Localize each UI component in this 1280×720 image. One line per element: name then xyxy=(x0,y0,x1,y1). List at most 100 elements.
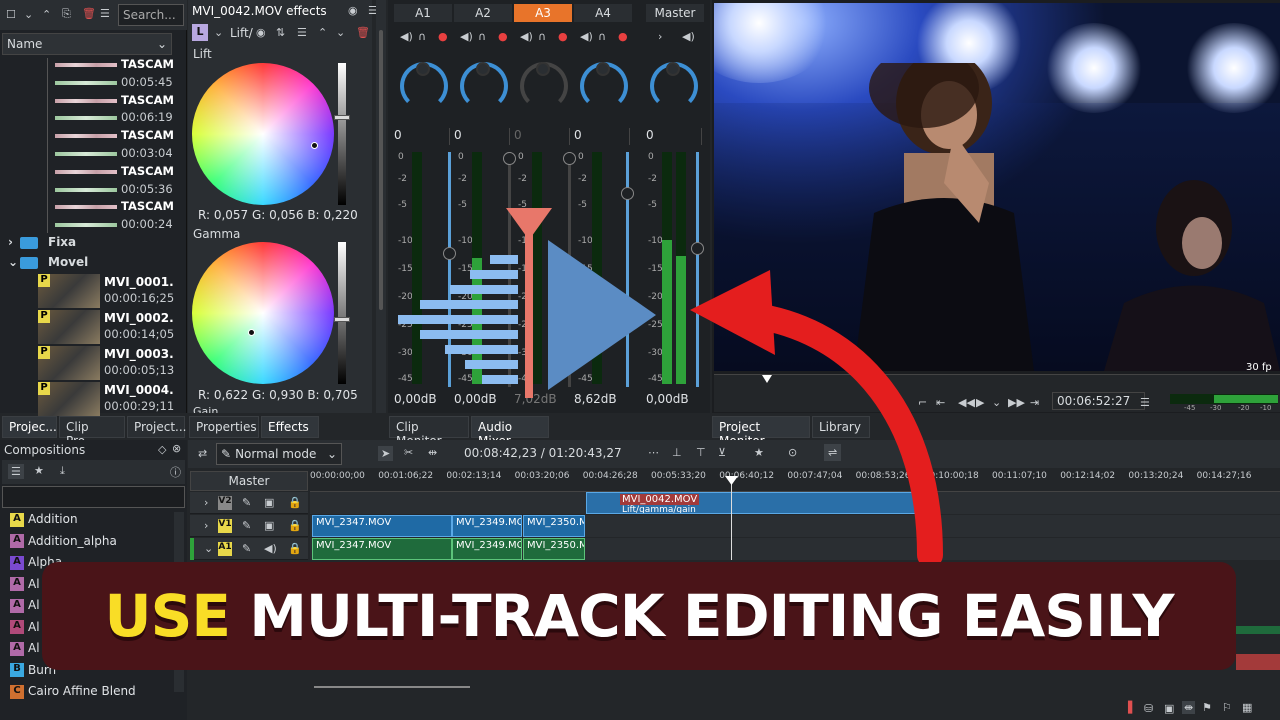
pan-value[interactable]: 0 xyxy=(514,128,570,145)
bin-audio-item[interactable]: TASCAM xyxy=(55,198,175,216)
edit-mode-select[interactable]: ✎ Normal mode ⌄ xyxy=(216,443,342,465)
info-icon[interactable]: ⓘ xyxy=(170,464,181,480)
volume-fader-knob[interactable] xyxy=(691,242,704,255)
lock-icon[interactable]: 🔒 xyxy=(288,519,302,532)
chevron-right-icon[interactable]: › xyxy=(658,30,662,43)
tab-clip-monitor[interactable]: Clip Monitor xyxy=(389,416,469,448)
chevron-down-icon[interactable]: ⌄ xyxy=(992,396,1001,409)
gamma-color-wheel[interactable] xyxy=(192,242,334,384)
film-icon[interactable]: ▣ xyxy=(264,519,274,532)
flag-icon[interactable]: ⚑ xyxy=(1202,701,1212,714)
list-icon[interactable]: ☰ xyxy=(8,464,24,479)
chevron-up-icon[interactable]: ⌃ xyxy=(42,8,51,21)
pan-value[interactable]: 0 xyxy=(574,128,630,145)
eye-icon[interactable]: ◉ xyxy=(256,26,266,39)
menu-icon[interactable]: ☰ xyxy=(100,7,110,20)
audio-clip-right[interactable] xyxy=(1236,626,1280,634)
razor-tool-icon[interactable]: ✂ xyxy=(404,446,413,459)
folder-movel[interactable]: ⌄ Movel xyxy=(8,255,88,269)
channel-tab-a1[interactable]: A1 xyxy=(394,4,452,22)
pan-value[interactable]: 0 xyxy=(646,128,702,145)
select-tool-icon[interactable]: ➤ xyxy=(378,446,394,461)
pan-value[interactable]: 0 xyxy=(394,128,450,145)
composition-item[interactable]: A Al xyxy=(10,577,40,597)
volume-fader-knob[interactable] xyxy=(621,187,634,200)
volume-fader-knob[interactable] xyxy=(563,152,576,165)
scrollbar[interactable] xyxy=(376,0,386,413)
bin-audio-item[interactable]: TASCAM xyxy=(55,92,175,110)
film-icon[interactable]: ▣ xyxy=(264,496,274,509)
fit-icon[interactable]: ⇼ xyxy=(1182,701,1196,714)
folder-fixa[interactable]: › Fixa xyxy=(8,235,76,249)
download-icon[interactable]: ⤓ xyxy=(60,464,65,478)
timeline-clip-v1[interactable]: MVI_2349.MOV xyxy=(452,515,522,537)
pan-knob-handle[interactable] xyxy=(596,62,610,76)
effects-wand-icon[interactable]: ✎ xyxy=(242,542,251,555)
name-column-header[interactable]: Name ⌄ xyxy=(2,33,172,55)
gamma-slider[interactable] xyxy=(334,242,350,384)
bin-audio-item[interactable]: 00:00:24 xyxy=(55,216,175,234)
lift-slider[interactable] xyxy=(334,63,350,205)
bin-clip-item[interactable]: P MVI_0004. 00:00:29;11 xyxy=(38,382,178,418)
pin-icon[interactable]: ◇ xyxy=(158,443,166,456)
delete-icon[interactable]: 🗑 xyxy=(82,7,96,20)
lock-icon[interactable]: 🔒 xyxy=(288,542,302,555)
bin-audio-item[interactable]: 00:03:04 xyxy=(55,145,175,163)
timeline-clip-a1[interactable]: MVI_2349.MOV xyxy=(452,538,522,560)
marker-icon[interactable]: ⚐ xyxy=(1222,701,1232,714)
lift-slider-knob[interactable] xyxy=(334,115,350,120)
tab-project[interactable]: Project... xyxy=(127,416,187,438)
composition-item[interactable]: A Addition_alpha xyxy=(10,534,117,554)
record-icon[interactable]: ● xyxy=(618,30,628,43)
headphones-icon[interactable]: ∩ xyxy=(538,30,546,43)
tab-effects[interactable]: Effects xyxy=(261,416,319,438)
pan-knob[interactable] xyxy=(580,62,628,110)
bin-audio-item[interactable]: 00:06:19 xyxy=(55,109,175,127)
headphones-icon[interactable]: ∩ xyxy=(478,30,486,43)
channel-tab-a4[interactable]: A4 xyxy=(574,4,632,22)
star-icon[interactable]: ★ xyxy=(34,464,44,477)
menu-icon[interactable]: ☰ xyxy=(297,26,307,39)
gamma-wheel-handle[interactable] xyxy=(248,329,255,336)
pan-knob[interactable] xyxy=(460,62,508,110)
master-track-button[interactable]: Master xyxy=(190,471,308,491)
grid-icon[interactable]: ▦ xyxy=(1242,701,1252,714)
search-input[interactable]: Search... xyxy=(118,4,184,26)
rewind-icon[interactable]: ◀◀ xyxy=(958,396,975,409)
compositions-search-input[interactable] xyxy=(2,486,185,508)
mute-icon[interactable]: ◀) xyxy=(400,30,413,43)
close-icon[interactable]: ⊗ xyxy=(172,442,181,455)
bin-clip-item[interactable]: P MVI_0002. 00:00:14;05 xyxy=(38,310,178,346)
tab-project-bin[interactable]: Projec... xyxy=(2,416,57,438)
folder-add-icon[interactable]: ⎘ xyxy=(62,7,71,21)
fast-forward-icon[interactable]: ▶▶ xyxy=(1008,396,1025,409)
mute-icon[interactable]: ◀) xyxy=(682,30,695,43)
timeline-clip-a1[interactable]: MVI_2350.MOV xyxy=(523,538,585,560)
lift-wheel-handle[interactable] xyxy=(311,142,318,149)
timeline-hscrollbar[interactable] xyxy=(314,686,470,688)
composition-item[interactable]: A Al xyxy=(10,620,40,640)
settings-icon[interactable]: ⇄ xyxy=(198,447,207,460)
timeline-clip-v1[interactable]: MVI_2347.MOV xyxy=(312,515,452,537)
record-icon[interactable]: ● xyxy=(498,30,508,43)
mute-icon[interactable]: ◀) xyxy=(520,30,533,43)
pan-knob-handle[interactable] xyxy=(476,62,490,76)
insert-icon[interactable]: ⋯ xyxy=(648,446,659,459)
mute-icon[interactable]: ◀) xyxy=(460,30,473,43)
chevron-right-icon[interactable]: › xyxy=(204,519,208,532)
chevron-down-icon[interactable]: ⌄ xyxy=(24,8,33,21)
channel-tab-a2[interactable]: A2 xyxy=(454,4,512,22)
bin-audio-item[interactable]: TASCAM xyxy=(55,127,175,145)
bin-clip-item[interactable]: P MVI_0003. 00:00:05;13 xyxy=(38,346,178,382)
record-icon[interactable]: ● xyxy=(438,30,448,43)
bin-audio-item[interactable]: TASCAM xyxy=(55,56,175,74)
composition-item[interactable]: A Al xyxy=(10,641,40,661)
tab-clip-properties[interactable]: Clip Pro... xyxy=(59,416,125,448)
pan-knob[interactable] xyxy=(520,62,568,110)
record-icon[interactable]: ● xyxy=(558,30,568,43)
chevron-right-icon[interactable]: › xyxy=(204,496,208,509)
spacer-tool-icon[interactable]: ⇹ xyxy=(428,446,437,459)
mute-icon[interactable]: ◀) xyxy=(580,30,593,43)
chevron-up-icon[interactable]: ⌃ xyxy=(318,26,327,39)
clip-right-red[interactable] xyxy=(1236,654,1280,670)
